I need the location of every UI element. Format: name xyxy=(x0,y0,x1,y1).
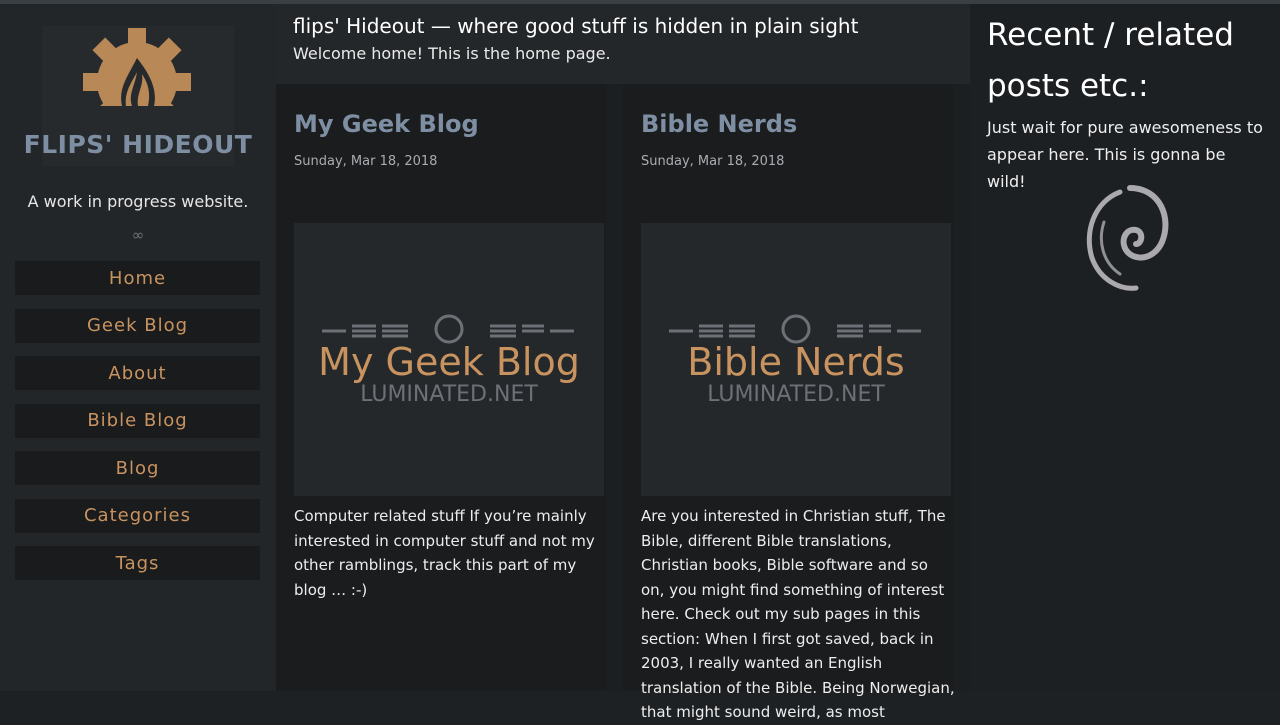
nav-item-home[interactable]: Home xyxy=(15,261,260,295)
main-nav: Home Geek Blog About Bible Blog Blog Cat… xyxy=(15,261,260,594)
right-sidebar: Recent / related posts etc.: Just wait f… xyxy=(970,4,1280,691)
nav-item-geek-blog[interactable]: Geek Blog xyxy=(15,308,260,343)
post-date: Sunday, Mar 18, 2018 xyxy=(641,154,785,169)
site-title[interactable]: flips' Hideout — where good stuff is hid… xyxy=(293,14,858,38)
nav-item-blog[interactable]: Blog xyxy=(15,451,260,485)
page-header: flips' Hideout — where good stuff is hid… xyxy=(276,4,970,84)
thumbnail-subtitle: LUMINATED.NET xyxy=(360,382,538,407)
post-excerpt: Computer related stuff If you’re mainly … xyxy=(294,507,595,599)
nav-item-tags[interactable]: Tags xyxy=(15,546,260,580)
gear-icon xyxy=(781,314,811,344)
post-grid: My Geek Blog Sunday, Mar 18, 2018 My Gee… xyxy=(276,84,970,721)
post-title[interactable]: Bible Nerds xyxy=(641,110,797,138)
post-title[interactable]: My Geek Blog xyxy=(294,110,479,138)
nav-item-bible-blog[interactable]: Bible Blog xyxy=(15,403,260,438)
welcome-text: Welcome home! This is the home page. xyxy=(293,44,611,63)
nav-item-categories[interactable]: Categories xyxy=(15,498,260,533)
logo-text[interactable]: FLIPS' HIDEOUT xyxy=(0,130,276,159)
post-thumbnail[interactable]: My Geek Blog LUMINATED.NET xyxy=(294,223,604,496)
nav-item-about[interactable]: About xyxy=(15,356,260,390)
infinity-separator: ∞ xyxy=(131,226,145,244)
flame-gear-logo-icon[interactable] xyxy=(78,28,196,134)
post-card: Bible Nerds Sunday, Mar 18, 2018 Bible N… xyxy=(623,84,955,721)
thumbnail-title: Bible Nerds xyxy=(687,340,904,384)
post-excerpt: Are you interested in Christian stuff, T… xyxy=(641,507,955,721)
post-thumbnail[interactable]: Bible Nerds LUMINATED.NET xyxy=(641,223,951,496)
post-card: My Geek Blog Sunday, Mar 18, 2018 My Gee… xyxy=(276,84,606,691)
thumbnail-subtitle: LUMINATED.NET xyxy=(707,382,885,407)
debian-swirl-icon xyxy=(1086,185,1169,291)
gear-icon xyxy=(434,314,464,344)
thumbnail-title: My Geek Blog xyxy=(318,340,580,384)
aside-title: Recent / related posts etc.: xyxy=(987,17,1234,104)
post-date: Sunday, Mar 18, 2018 xyxy=(294,154,438,169)
site-tagline: A work in progress website. xyxy=(27,192,249,211)
left-sidebar: FLIPS' HIDEOUT A work in progress websit… xyxy=(0,4,276,691)
